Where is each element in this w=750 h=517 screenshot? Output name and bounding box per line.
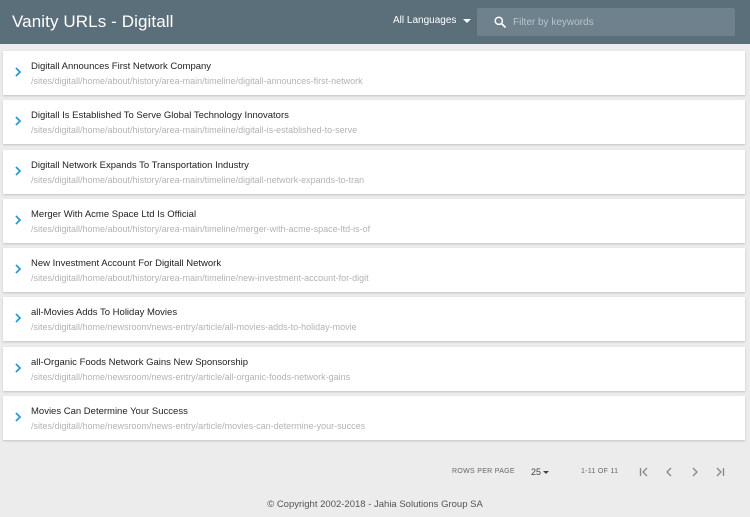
chevron-right-icon[interactable] <box>14 264 22 274</box>
vanity-url-list: Digitall Announces First Network Company… <box>3 51 745 445</box>
list-item[interactable]: all-Movies Adds To Holiday Movies/sites/… <box>3 297 745 342</box>
app-header: Vanity URLs - Digitall All Languages <box>0 0 750 44</box>
list-item[interactable]: Movies Can Determine Your Success/sites/… <box>3 396 745 441</box>
caret-down-icon <box>463 18 472 23</box>
search-icon <box>494 16 506 28</box>
rows-per-page-select[interactable]: 25 <box>531 467 550 477</box>
item-name: Digitall Network Expands To Transportati… <box>31 159 249 171</box>
search-input[interactable] <box>513 16 713 28</box>
item-name: Digitall Announces First Network Company <box>31 61 212 72</box>
item-url: /sites/digitall/home/about/history/area-… <box>31 125 358 136</box>
chevron-right-icon[interactable] <box>14 313 22 324</box>
previous-page-button[interactable] <box>662 465 676 479</box>
chevron-right-icon[interactable] <box>14 363 22 373</box>
item-name: Digitall Is Established To Serve Global … <box>31 110 289 122</box>
item-url: /sites/digitall/home/newsroom/news-entry… <box>31 322 357 333</box>
caret-down-icon <box>543 470 550 474</box>
item-name: all-Organic Foods Network Gains New Spon… <box>31 356 249 368</box>
last-page-icon <box>716 467 725 477</box>
last-page-button[interactable] <box>713 465 727 479</box>
rows-per-page-value: 25 <box>531 467 542 477</box>
chevron-right-icon[interactable] <box>14 67 22 77</box>
chevron-right-icon <box>692 467 698 477</box>
chevron-right-icon[interactable] <box>14 215 22 225</box>
list-item[interactable]: Digitall Announces First Network Company… <box>3 51 745 95</box>
item-url: /sites/digitall/home/newsroom/news-entry… <box>31 371 351 382</box>
list-item[interactable]: Digitall Is Established To Serve Global … <box>3 100 745 145</box>
list-item[interactable]: Merger With Acme Space Ltd Is Official/s… <box>3 198 745 243</box>
item-name: all-Movies Adds To Holiday Movies <box>31 307 178 319</box>
item-name: Movies Can Determine Your Success <box>31 406 188 418</box>
chevron-left-icon <box>666 467 672 477</box>
item-name: New Investment Account For Digitall Netw… <box>31 258 222 270</box>
page-range: 1-11 OF 11 <box>581 468 619 475</box>
list-item[interactable]: all-Organic Foods Network Gains New Spon… <box>3 346 745 391</box>
item-url: /sites/digitall/home/about/history/area-… <box>31 273 369 284</box>
item-url: /sites/digitall/home/about/history/area-… <box>31 223 371 234</box>
first-page-icon <box>639 467 648 477</box>
chevron-right-icon[interactable] <box>14 412 22 422</box>
copyright-footer: © Copyright 2002-2018 - Jahia Solutions … <box>267 499 483 510</box>
language-dropdown[interactable]: All Languages <box>393 15 472 26</box>
item-url: /sites/digitall/home/about/history/area-… <box>31 76 363 86</box>
item-url: /sites/digitall/home/newsroom/news-entry… <box>31 421 366 432</box>
search-box[interactable] <box>477 8 735 36</box>
item-url: /sites/digitall/home/about/history/area-… <box>31 174 365 185</box>
pagination-bar: ROWS PER PAGE 25 1-11 OF 11 <box>0 462 750 482</box>
page-title: Vanity URLs - Digitall <box>12 12 174 31</box>
item-name: Merger With Acme Space Ltd Is Official <box>31 208 197 220</box>
list-item[interactable]: Digitall Network Expands To Transportati… <box>3 149 745 194</box>
list-item[interactable]: New Investment Account For Digitall Netw… <box>3 248 745 293</box>
chevron-right-icon[interactable] <box>14 116 22 126</box>
chevron-right-icon[interactable] <box>14 165 22 176</box>
language-dropdown-label: All Languages <box>393 15 457 26</box>
next-page-button[interactable] <box>688 465 702 479</box>
first-page-button[interactable] <box>637 465 651 479</box>
rows-per-page-label: ROWS PER PAGE <box>452 468 515 475</box>
